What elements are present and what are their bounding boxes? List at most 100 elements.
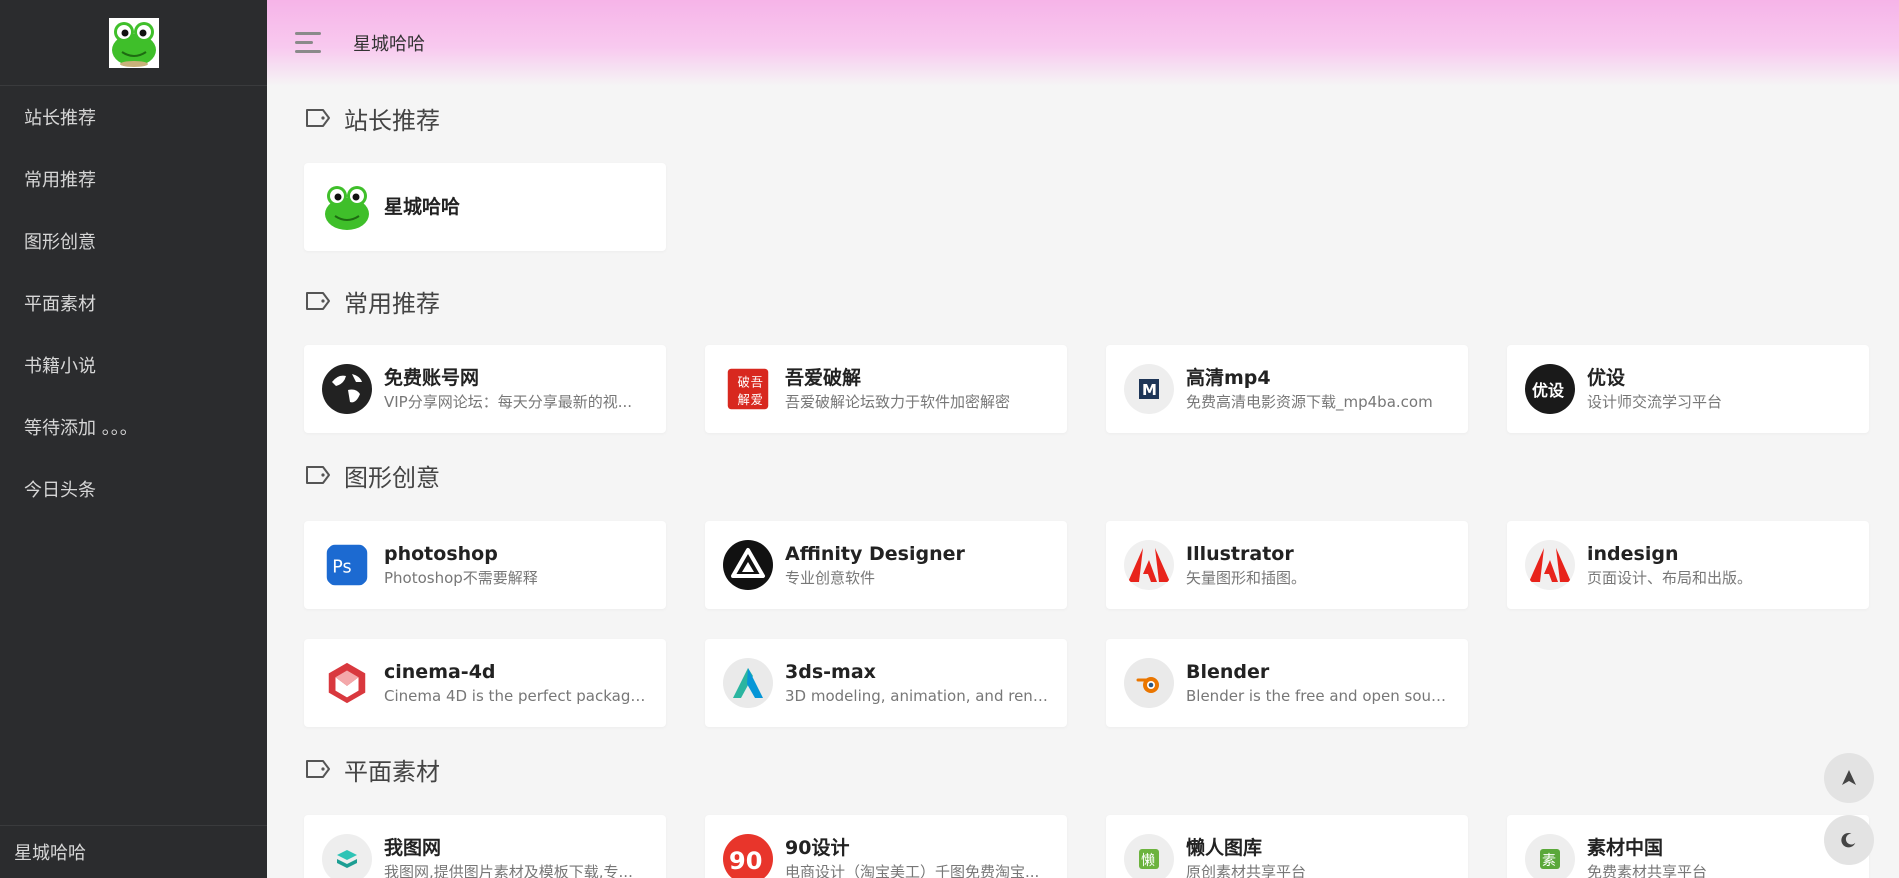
section-title: 图形创意 <box>304 445 1899 505</box>
sidebar-item-shuji[interactable]: 书籍小说 <box>0 334 267 396</box>
sidebar-item-label: 等待添加 。。。 <box>24 418 138 439</box>
site-card-desc: 我图网,提供图片素材及模板下载,专... <box>384 863 633 878</box>
site-card[interactable]: 素 素材中国 免费素材共享平台 <box>1507 815 1869 878</box>
menu-icon <box>295 32 321 35</box>
site-card-desc: VIP分享网论坛：每天分享最新的视... <box>384 393 633 411</box>
site-card-desc: 免费高清电影资源下载_mp4ba.com <box>1186 393 1433 411</box>
sidebar-footer[interactable]: 星城哈哈 <box>0 825 267 878</box>
sidebar-item-label: 常用推荐 <box>24 170 96 191</box>
section-title-text: 平面素材 <box>344 757 440 786</box>
section-title: 平面素材 <box>304 739 1899 799</box>
site-card-name: 高清mp4 <box>1186 367 1271 389</box>
tag-icon <box>306 109 330 127</box>
sidebar-item-dengdai[interactable]: 等待添加 。。。 <box>0 396 267 458</box>
site-card-name: 星城哈哈 <box>384 196 461 218</box>
sidebar-nav: 站长推荐 常用推荐 图形创意 平面素材 书籍小说 等待添加 。。。 今日头条 <box>0 86 267 520</box>
site-card[interactable]: 3ds-max 3D modeling, animation, and rend… <box>705 639 1067 727</box>
ooopic-icon <box>322 834 372 878</box>
site-card[interactable]: Ps photoshop Photoshop不需要解释 <box>304 521 666 609</box>
sidebar-item-label: 今日头条 <box>24 480 96 501</box>
site-card-name: 90设计 <box>785 837 850 859</box>
svg-text:素: 素 <box>1542 853 1556 869</box>
site-card-desc: 吾爱破解论坛致力于软件加密解密 <box>785 393 1011 411</box>
svg-text:90: 90 <box>729 847 762 875</box>
sidebar-item-toutiao[interactable]: 今日头条 <box>0 458 267 520</box>
card-grid: Ps photoshop Photoshop不需要解释 Affinity Des… <box>304 521 1899 727</box>
adobe-icon <box>1124 540 1174 590</box>
lanrentuku-icon: 懒 <box>1124 834 1174 878</box>
arrow-up-icon <box>1842 770 1856 785</box>
tag-icon <box>306 466 330 484</box>
mp4ba-icon: M <box>1124 364 1174 414</box>
site-card-desc: 页面设计、布局和出版。 <box>1587 569 1753 587</box>
adobe-icon <box>1525 540 1575 590</box>
sidebar: 站长推荐 常用推荐 图形创意 平面素材 书籍小说 等待添加 。。。 今日头条 星… <box>0 0 267 878</box>
back-to-top-button[interactable] <box>1824 753 1874 803</box>
card-grid: 我图网 我图网,提供图片素材及模板下载,专... 90 90设计 电商设计（淘宝… <box>304 815 1899 878</box>
site-card-desc: Photoshop不需要解释 <box>384 569 538 587</box>
menu-icon <box>295 50 321 53</box>
svg-text:爱: 爱 <box>751 393 763 407</box>
site-card-desc: Cinema 4D is the perfect package ... <box>384 687 648 705</box>
top-header: 星城哈哈 <box>267 0 1899 86</box>
svg-text:破: 破 <box>737 374 749 389</box>
site-card-name: Affinity Designer <box>785 543 965 565</box>
site-card-desc: 电商设计（淘宝美工）千图免费淘宝... <box>785 863 1040 878</box>
header-title: 星城哈哈 <box>353 34 425 55</box>
site-card-desc: 原创素材共享平台 <box>1186 863 1307 878</box>
frog-logo-icon <box>108 17 159 68</box>
site-card[interactable]: 破吾解爱 吾爱破解 吾爱破解论坛致力于软件加密解密 <box>705 345 1067 433</box>
site-card[interactable]: 我图网 我图网,提供图片素材及模板下载,专... <box>304 815 666 878</box>
site-card-name: Illustrator <box>1186 543 1294 565</box>
site-card[interactable]: 优设 优设 设计师交流学习平台 <box>1507 345 1869 433</box>
theme-toggle-button[interactable] <box>1824 815 1874 865</box>
site-card[interactable]: M 高清mp4 免费高清电影资源下载_mp4ba.com <box>1106 345 1468 433</box>
site-card[interactable]: Blender Blender is the free and open sou… <box>1106 639 1468 727</box>
svg-text:吾: 吾 <box>751 375 763 389</box>
menu-toggle-button[interactable] <box>295 30 325 56</box>
sidebar-item-zhanzhang[interactable]: 站长推荐 <box>0 86 267 148</box>
90sheji-icon: 90 <box>723 834 773 878</box>
site-card-name: 3ds-max <box>785 661 876 683</box>
section-title: 常用推荐 <box>304 271 1899 331</box>
site-card-name: 我图网 <box>384 837 442 859</box>
svg-text:懒: 懒 <box>1141 853 1155 869</box>
site-card-desc: 免费素材共享平台 <box>1587 863 1708 878</box>
site-card[interactable]: 星城哈哈 <box>304 163 666 251</box>
sidebar-item-changyong[interactable]: 常用推荐 <box>0 148 267 210</box>
site-card-desc: 专业创意软件 <box>785 569 876 587</box>
site-card-name: 懒人图库 <box>1186 837 1263 859</box>
site-card[interactable]: cinema-4d Cinema 4D is the perfect packa… <box>304 639 666 727</box>
section-title: 站长推荐 <box>304 88 1899 148</box>
site-card[interactable]: Affinity Designer 专业创意软件 <box>705 521 1067 609</box>
section-title-text: 常用推荐 <box>344 289 440 318</box>
sidebar-logo[interactable] <box>0 0 267 86</box>
site-card[interactable]: 懒 懒人图库 原创素材共享平台 <box>1106 815 1468 878</box>
site-card-desc: 设计师交流学习平台 <box>1587 393 1723 411</box>
sidebar-item-tuxing[interactable]: 图形创意 <box>0 210 267 272</box>
sidebar-footer-label: 星城哈哈 <box>14 843 86 864</box>
svg-text:M: M <box>1142 381 1157 399</box>
sccnn-icon: 素 <box>1525 834 1575 878</box>
52pojie-icon: 破吾解爱 <box>723 364 773 414</box>
site-card[interactable]: Illustrator 矢量图形和插图。 <box>1106 521 1468 609</box>
sidebar-item-label: 书籍小说 <box>24 356 96 377</box>
cinema4d-icon <box>322 658 372 708</box>
main-content: 站长推荐 星城哈哈 常用推荐 免费账号网 VIP分享网论坛：每天分享最新的视..… <box>267 86 1899 878</box>
sidebar-item-label: 平面素材 <box>24 294 96 315</box>
section-title-text: 图形创意 <box>344 463 440 492</box>
autodesk-icon <box>723 658 773 708</box>
sidebar-item-pingmian[interactable]: 平面素材 <box>0 272 267 334</box>
site-card[interactable]: 90 90设计 电商设计（淘宝美工）千图免费淘宝... <box>705 815 1067 878</box>
site-card-name: 免费账号网 <box>384 367 480 389</box>
photoshop-icon: Ps <box>322 540 372 590</box>
tag-icon <box>306 760 330 778</box>
site-card-name: indesign <box>1587 543 1679 565</box>
site-card-desc: 3D modeling, animation, and rend... <box>785 687 1049 705</box>
site-card[interactable]: indesign 页面设计、布局和出版。 <box>1507 521 1869 609</box>
sidebar-item-label: 站长推荐 <box>24 108 96 129</box>
site-card-name: 素材中国 <box>1587 837 1664 859</box>
globe-icon <box>322 364 372 414</box>
svg-text:优设: 优设 <box>1532 381 1565 400</box>
site-card[interactable]: 免费账号网 VIP分享网论坛：每天分享最新的视... <box>304 345 666 433</box>
